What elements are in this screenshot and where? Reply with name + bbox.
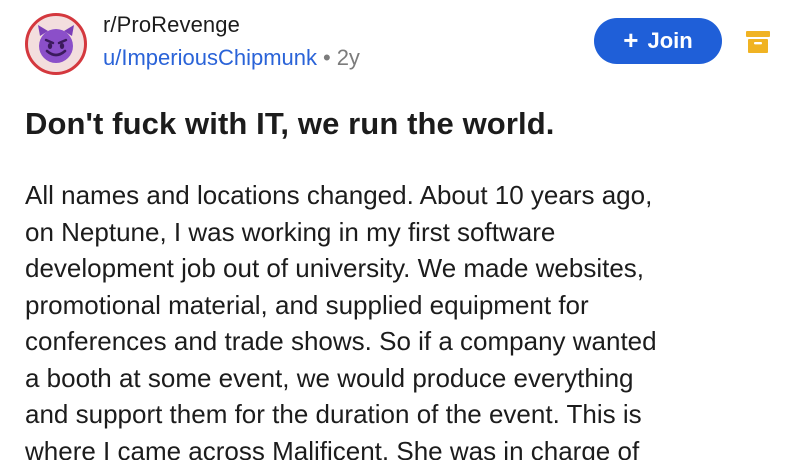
body-line: development job out of university. We ma… (25, 253, 645, 283)
plus-icon: + (623, 25, 639, 55)
body-line: on Neptune, I was working in my first so… (25, 216, 556, 247)
byline-separator: • (322, 45, 331, 70)
subreddit-name[interactable]: r/ProRevenge (103, 12, 240, 38)
post-age: 2y (336, 45, 360, 70)
body-line: where I came across Malificent. She was … (25, 435, 640, 460)
body-line: All names and locations changed. About 1… (25, 180, 653, 210)
join-label: Join (647, 28, 693, 53)
subreddit-avatar[interactable] (25, 13, 87, 75)
archive-icon[interactable] (745, 30, 771, 54)
post-view: r/ProRevenge u/ImperiousChipmunk • 2y + Jo… (0, 0, 800, 460)
join-button[interactable]: + Join (594, 18, 722, 64)
post-title[interactable]: Don't fuck with IT, we run the world. (25, 106, 554, 142)
post-body: All names and locations changed. About 1… (25, 177, 785, 460)
devil-face-icon (38, 25, 74, 63)
body-line: conferences and trade shows. So if a com… (25, 326, 657, 356)
body-line: a booth at some event, we would produce … (25, 362, 634, 393)
post-byline: u/ImperiousChipmunk • 2y (103, 45, 360, 71)
body-line: and support them for the duration of the… (25, 399, 642, 429)
body-line: promotional material, and supplied equip… (25, 289, 589, 320)
author-username[interactable]: u/ImperiousChipmunk (103, 45, 317, 70)
